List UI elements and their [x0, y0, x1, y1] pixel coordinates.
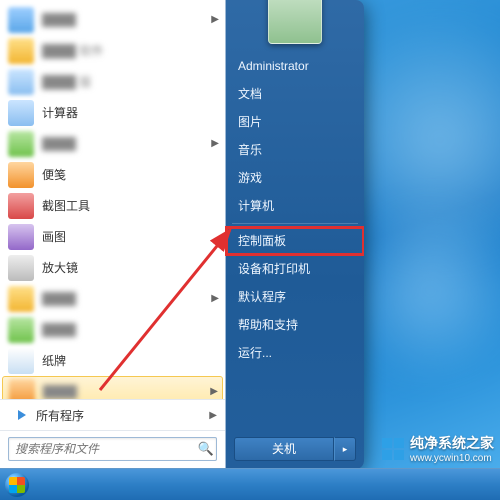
submenu-arrow-icon: ▶: [211, 138, 219, 149]
program-icon: [8, 38, 34, 64]
system-link-defaults[interactable]: 默认程序: [226, 283, 364, 311]
start-menu-left-pane: ████▶████ 软件████ 版计算器████▶便笺截图工具画图放大镜███…: [0, 0, 226, 469]
program-item[interactable]: 便笺: [0, 159, 225, 190]
program-icon: [8, 162, 34, 188]
program-item[interactable]: ████▶: [2, 376, 223, 399]
program-label: ████: [42, 13, 211, 27]
watermark-logo-icon: [382, 438, 404, 460]
submenu-arrow-icon: ▶: [211, 293, 219, 304]
system-links-list: Administrator文档图片音乐游戏计算机控制面板设备和打印机默认程序帮助…: [226, 50, 364, 431]
program-icon: [8, 224, 34, 250]
user-avatar[interactable]: [268, 0, 322, 44]
start-menu-right-pane: Administrator文档图片音乐游戏计算机控制面板设备和打印机默认程序帮助…: [226, 0, 364, 469]
watermark-text: 纯净系统之家 www.ycwin10.com: [410, 433, 494, 464]
program-icon: [8, 348, 34, 374]
windows-logo-icon: [5, 473, 29, 497]
program-item[interactable]: ████: [0, 314, 225, 345]
program-icon: [8, 131, 34, 157]
program-icon: [8, 317, 34, 343]
program-label: ████ 版: [42, 73, 219, 90]
all-programs-arrow-icon: [18, 410, 26, 420]
desktop: ████▶████ 软件████ 版计算器████▶便笺截图工具画图放大镜███…: [0, 0, 500, 500]
program-label: ████: [43, 385, 210, 399]
program-icon: [8, 7, 34, 33]
program-label: ████: [42, 137, 211, 151]
program-item[interactable]: 画图: [0, 221, 225, 252]
program-icon: [8, 255, 34, 281]
all-programs-button[interactable]: 所有程序 ▶: [0, 399, 225, 430]
program-item[interactable]: ████▶: [0, 4, 225, 35]
taskbar[interactable]: [0, 468, 500, 500]
program-item[interactable]: ████▶: [0, 128, 225, 159]
start-button[interactable]: [0, 469, 34, 500]
program-icon: [8, 286, 34, 312]
shutdown-button[interactable]: 关机: [234, 437, 334, 461]
program-label: ████ 软件: [42, 42, 219, 59]
system-link-pictures[interactable]: 图片: [226, 108, 364, 136]
all-programs-label: 所有程序: [36, 407, 84, 424]
search-icon: 🔍: [196, 441, 216, 457]
program-icon: [8, 193, 34, 219]
program-item[interactable]: 纸牌: [0, 345, 225, 376]
search-area: 🔍: [0, 430, 225, 469]
separator: [232, 223, 358, 224]
program-icon: [9, 379, 35, 400]
shutdown-options-button[interactable]: ▸: [334, 437, 356, 461]
program-item[interactable]: 计算器: [0, 97, 225, 128]
search-input[interactable]: [9, 442, 196, 456]
program-label: 截图工具: [42, 197, 219, 214]
program-label: 纸牌: [42, 352, 219, 369]
program-item[interactable]: ████▶: [0, 283, 225, 314]
program-item[interactable]: ████ 版: [0, 66, 225, 97]
system-link-documents[interactable]: 文档: [226, 80, 364, 108]
wallpaper-glow: [340, 200, 500, 380]
program-label: 计算器: [42, 104, 219, 121]
search-box[interactable]: 🔍: [8, 437, 217, 461]
watermark: 纯净系统之家 www.ycwin10.com: [382, 433, 494, 464]
submenu-arrow-icon: ▶: [211, 14, 219, 25]
system-link-control-panel[interactable]: 控制面板: [226, 227, 364, 255]
program-item[interactable]: 放大镜: [0, 252, 225, 283]
submenu-arrow-icon: ▶: [210, 386, 218, 397]
system-link-music[interactable]: 音乐: [226, 136, 364, 164]
program-icon: [8, 69, 34, 95]
system-link-computer[interactable]: 计算机: [226, 192, 364, 220]
power-area: 关机 ▸: [226, 431, 364, 469]
system-link-run[interactable]: 运行...: [226, 339, 364, 367]
program-item[interactable]: ████ 软件: [0, 35, 225, 66]
program-label: 便笺: [42, 166, 219, 183]
program-label: 放大镜: [42, 259, 219, 276]
program-icon: [8, 100, 34, 126]
program-item[interactable]: 截图工具: [0, 190, 225, 221]
program-label: ████: [42, 323, 219, 337]
system-link-user[interactable]: Administrator: [226, 52, 364, 80]
program-label: 画图: [42, 228, 219, 245]
system-link-devices[interactable]: 设备和打印机: [226, 255, 364, 283]
system-link-help[interactable]: 帮助和支持: [226, 311, 364, 339]
program-label: ████: [42, 292, 211, 306]
chevron-right-icon: ▶: [209, 410, 217, 421]
start-menu: ████▶████ 软件████ 版计算器████▶便笺截图工具画图放大镜███…: [0, 0, 364, 469]
recent-programs-list: ████▶████ 软件████ 版计算器████▶便笺截图工具画图放大镜███…: [0, 0, 225, 399]
system-link-games[interactable]: 游戏: [226, 164, 364, 192]
